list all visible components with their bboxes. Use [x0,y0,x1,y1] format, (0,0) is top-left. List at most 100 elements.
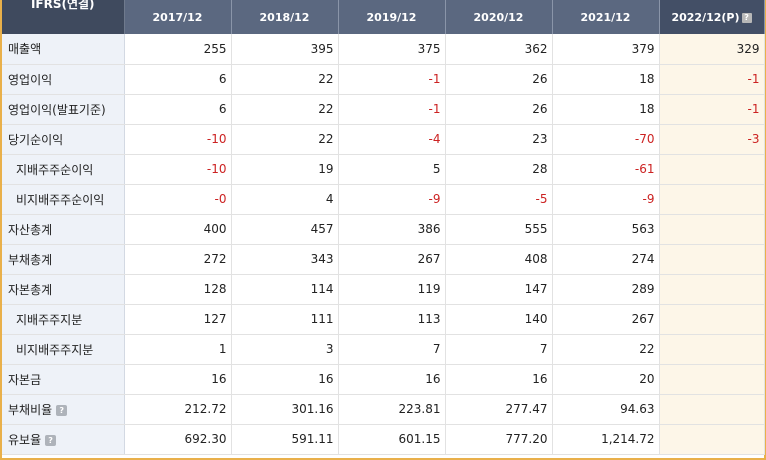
row-label: 매출액 [2,34,125,65]
projection-year-header: 2022/12(P)? [659,0,765,34]
row-label: 부채총계 [2,244,125,275]
table-cell: 267 [552,304,660,335]
projection-cell [659,334,765,365]
projection-cell [659,394,765,425]
table-cell: 692.30 [124,424,232,455]
table-cell: -9 [338,184,446,215]
table-row: 비지배주주지분 1 3 7 7 22 [2,334,765,365]
table-cell: 277.47 [445,394,553,425]
table-row: 영업이익(발표기준) 6 22 -1 26 18 -1 [2,94,765,125]
table-cell: 400 [124,214,232,245]
projection-cell: -1 [659,64,765,95]
table-cell: -10 [124,124,232,155]
help-icon[interactable]: ? [45,434,57,446]
row-label-text: 유보율 [8,432,42,447]
table-cell: 212.72 [124,394,232,425]
table-cell: 777.20 [445,424,553,455]
table-cell: 22 [231,124,339,155]
year-header: 2017/12 [124,0,232,34]
table-cell: 555 [445,214,553,245]
row-label-text: 자산총계 [8,222,53,237]
table-cell: 591.11 [231,424,339,455]
table-cell: 272 [124,244,232,275]
row-label-text: 영업이익(발표기준) [8,102,106,117]
table-cell: 23 [445,124,553,155]
financial-summary-table: IFRS(연결) 2017/12 2018/12 2019/12 2020/12… [2,0,765,455]
row-label-text: 지배주주순이익 [16,162,94,177]
table-cell: -61 [552,154,660,185]
table-cell: 563 [552,214,660,245]
table-cell: -1 [338,64,446,95]
table-cell: 362 [445,34,553,65]
year-header: 2021/12 [552,0,660,34]
table-cell: 6 [124,94,232,125]
table-row: 유보율? 692.30 591.11 601.15 777.20 1,214.72 [2,424,765,455]
table-cell: 4 [231,184,339,215]
row-label: 자산총계 [2,214,125,245]
row-label: 당기순이익 [2,124,125,155]
year-header: 2019/12 [338,0,446,34]
row-label-text: 부채비율 [8,402,53,417]
table-cell: 267 [338,244,446,275]
table-cell: -4 [338,124,446,155]
table-cell: 7 [338,334,446,365]
accounting-standard-label: IFRS(연결) [2,0,125,34]
row-label-text: 지배주주지분 [16,312,83,327]
table-cell: 20 [552,364,660,395]
financial-summary-panel: IFRS(연결) 2017/12 2018/12 2019/12 2020/12… [0,0,766,460]
table-cell: 7 [445,334,553,365]
table-cell: 28 [445,154,553,185]
row-label-text: 매출액 [8,42,42,57]
table-cell: -0 [124,184,232,215]
table-cell: 289 [552,274,660,305]
table-cell: 3 [231,334,339,365]
projection-cell: -3 [659,124,765,155]
projection-cell [659,424,765,455]
table-cell: 379 [552,34,660,65]
table-cell: 26 [445,64,553,95]
year-header: 2018/12 [231,0,339,34]
projection-cell [659,154,765,185]
table-row: 자본금 16 16 16 16 20 [2,364,765,395]
projection-year-label: 2022/12(P) [671,10,740,24]
row-label-text: 자본금 [8,372,42,387]
row-label-text: 당기순이익 [8,132,64,147]
table-row: 자산총계 400 457 386 555 563 [2,214,765,245]
table-cell: 5 [338,154,446,185]
table-cell: 255 [124,34,232,65]
table-cell: -9 [552,184,660,215]
row-label: 비지배주주순이익 [2,184,125,215]
table-cell: 22 [552,334,660,365]
table-cell: 22 [231,94,339,125]
table-cell: 26 [445,94,553,125]
table-row: 영업이익 6 22 -1 26 18 -1 [2,64,765,95]
table-cell: 375 [338,34,446,65]
table-cell: 16 [338,364,446,395]
table-cell: -70 [552,124,660,155]
table-cell: 301.16 [231,394,339,425]
row-label: 유보율? [2,424,125,455]
table-cell: 22 [231,64,339,95]
table-row: 자본총계 128 114 119 147 289 [2,274,765,305]
projection-cell: 329 [659,34,765,65]
table-cell: 111 [231,304,339,335]
table-cell: -10 [124,154,232,185]
table-cell: 114 [231,274,339,305]
help-icon[interactable]: ? [56,404,68,416]
table-cell: 223.81 [338,394,446,425]
table-cell: 386 [338,214,446,245]
table-row: 비지배주주순이익 -0 4 -9 -5 -9 [2,184,765,215]
table-cell: 140 [445,304,553,335]
table-cell: 457 [231,214,339,245]
table-cell: 147 [445,274,553,305]
row-label: 자본금 [2,364,125,395]
projection-cell [659,184,765,215]
table-cell: 274 [552,244,660,275]
table-cell: 343 [231,244,339,275]
projection-cell [659,274,765,305]
table-cell: 19 [231,154,339,185]
table-cell: 601.15 [338,424,446,455]
help-icon[interactable]: ? [741,12,752,23]
table-cell: 6 [124,64,232,95]
table-cell: -1 [338,94,446,125]
